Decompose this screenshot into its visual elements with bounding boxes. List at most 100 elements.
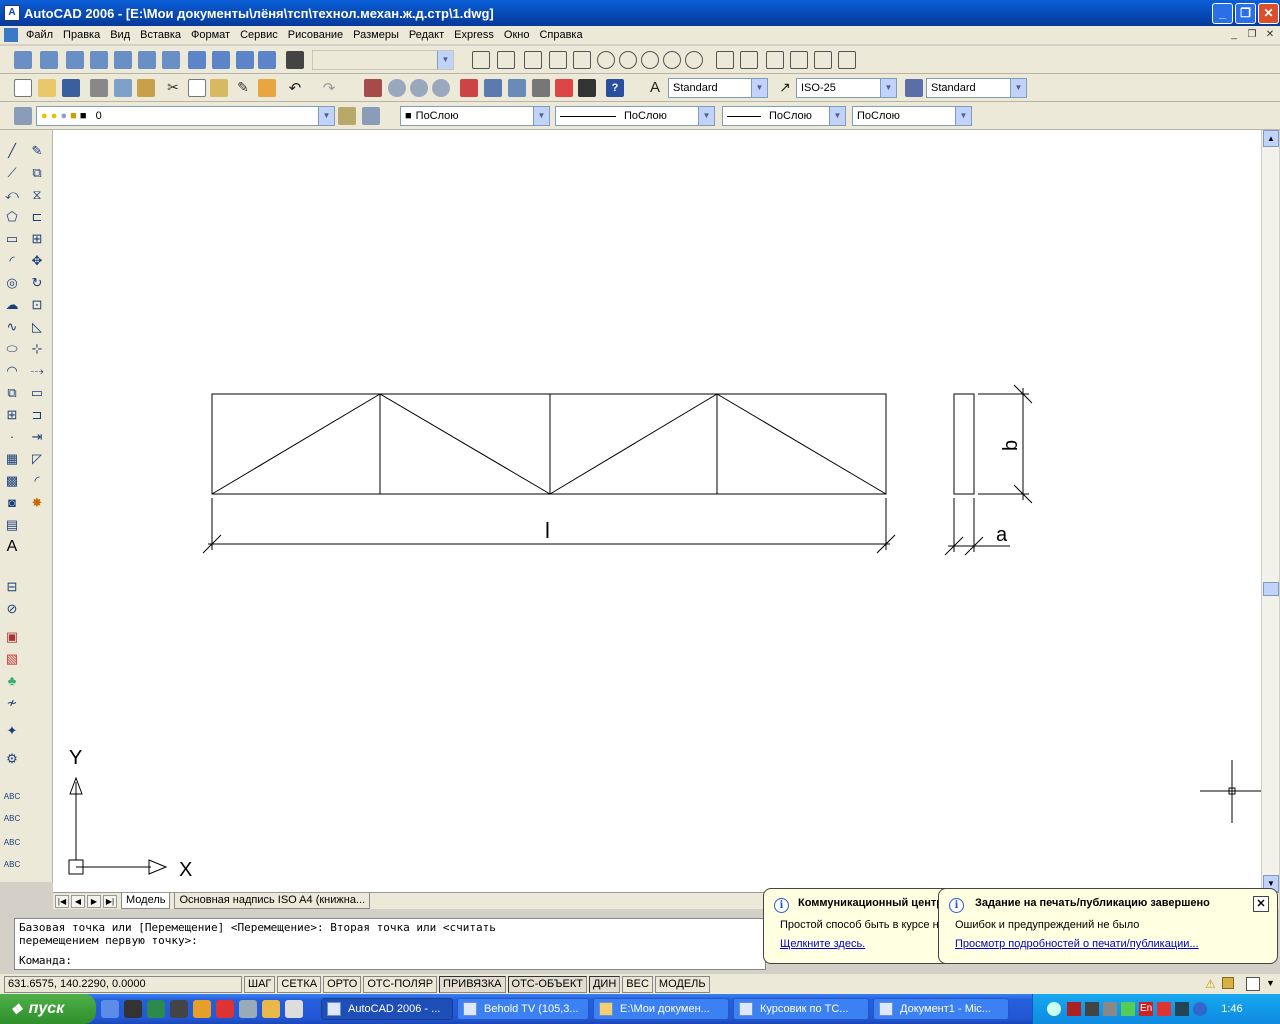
tray-signal-icon[interactable] — [1121, 1002, 1135, 1016]
scroll-up-button[interactable]: ▲ — [1263, 130, 1279, 147]
redo-icon[interactable]: ↷ — [320, 79, 338, 97]
render-icon[interactable]: ▣ — [3, 628, 21, 646]
dist-icon[interactable]: ⊟ — [3, 578, 21, 596]
edgesurf-icon[interactable] — [838, 51, 856, 69]
otrack-toggle[interactable]: ОТС-ОБЪЕКТ — [507, 975, 587, 993]
tray-expand-icon[interactable] — [1047, 1002, 1061, 1016]
rotate-icon[interactable]: ↻ — [28, 274, 46, 292]
move-icon[interactable]: ✥ — [28, 252, 46, 270]
menu-view[interactable]: Вид — [105, 26, 135, 44]
area-icon[interactable]: ⊘ — [3, 600, 21, 618]
scene-icon[interactable]: ⚙ — [3, 750, 21, 768]
dish-icon[interactable] — [663, 51, 681, 69]
undo-icon[interactable]: ↶ — [286, 79, 304, 97]
dyn-toggle[interactable]: ДИН — [588, 975, 621, 993]
join-icon[interactable]: ⇥ — [28, 428, 46, 446]
copy-icon[interactable] — [188, 79, 206, 97]
sun-icon[interactable]: ● — [51, 110, 58, 122]
pyramid-icon[interactable] — [573, 51, 591, 69]
menu-modify[interactable]: Редакт — [404, 26, 449, 44]
mtext-icon[interactable]: A — [3, 538, 21, 556]
doc-close-button[interactable]: ✕ — [1262, 28, 1278, 42]
print-icon[interactable] — [90, 79, 108, 97]
iso-se-icon[interactable] — [212, 51, 230, 69]
zoom-realtime-icon[interactable] — [388, 79, 406, 97]
iso-nw-icon[interactable] — [258, 51, 276, 69]
polyline-icon[interactable]: ⤺ — [3, 186, 21, 204]
cut-icon[interactable]: ✂ — [164, 79, 182, 97]
task-explorer[interactable]: E:\Мои докумен... — [593, 998, 729, 1020]
array-icon[interactable]: ⊞ — [28, 230, 46, 248]
tray-icon[interactable] — [1103, 1002, 1117, 1016]
close-button[interactable]: ✕ — [1258, 3, 1279, 24]
shade-2d-icon[interactable] — [472, 51, 490, 69]
lock-toolbars-icon[interactable] — [1222, 977, 1234, 989]
calculator-icon[interactable] — [578, 79, 596, 97]
layer-select[interactable]: ● ● ● ■ ■ 0 ▼ — [36, 106, 335, 126]
color-select[interactable]: ■ ПоСлою ▼ — [400, 106, 550, 126]
start-button[interactable]: ❖ пуск — [0, 994, 96, 1024]
chamfer-icon[interactable]: ◸ — [28, 450, 46, 468]
table-style-select[interactable]: Standard ▼ — [926, 78, 1027, 98]
view-iso-icon[interactable] — [162, 51, 180, 69]
command-prompt[interactable]: Команда: — [19, 954, 761, 967]
view-back-icon[interactable] — [138, 51, 156, 69]
block-editor-icon[interactable] — [258, 79, 276, 97]
view-left-icon[interactable] — [66, 51, 84, 69]
fog-icon[interactable]: ≁ — [3, 694, 21, 712]
doc-restore-button[interactable]: ❐ — [1244, 28, 1260, 42]
lights-icon[interactable]: ✦ — [3, 722, 21, 740]
open-file-icon[interactable] — [38, 79, 56, 97]
wedge-icon[interactable] — [549, 51, 567, 69]
text-style-icon[interactable]: A — [646, 79, 664, 97]
viewport-freeze-icon[interactable]: ● — [60, 110, 67, 122]
warning-icon[interactable]: ⚠ — [1205, 977, 1219, 991]
make-current-layer-icon[interactable] — [338, 107, 356, 125]
quicklaunch-tv-icon[interactable] — [170, 1000, 188, 1018]
break-at-point-icon[interactable]: ▭ — [28, 384, 46, 402]
copy-object-icon[interactable]: ⧉ — [28, 164, 46, 182]
plot-complete-balloon[interactable]: i Задание на печать/публикацию завершено… — [938, 888, 1278, 964]
balloon-close-button[interactable]: ✕ — [1253, 896, 1269, 912]
view-bottom-icon[interactable] — [40, 51, 58, 69]
tray-lang-icon[interactable]: En — [1139, 1002, 1154, 1016]
print-preview-icon[interactable] — [114, 79, 132, 97]
menu-dimension[interactable]: Размеры — [348, 26, 404, 44]
construction-line-icon[interactable]: ⟋ — [3, 164, 21, 182]
scroll-thumb[interactable] — [1263, 582, 1279, 596]
explode-icon[interactable]: ✸ — [28, 494, 46, 512]
menu-format[interactable]: Формат — [186, 26, 235, 44]
layer-manager-icon[interactable] — [14, 107, 32, 125]
scale-icon[interactable]: ⊡ — [28, 296, 46, 314]
revsurf-icon[interactable] — [766, 51, 784, 69]
tabsurf-icon[interactable] — [790, 51, 808, 69]
fillet-icon[interactable]: ◜ — [28, 472, 46, 490]
revcloud-icon[interactable]: ☁ — [3, 296, 21, 314]
menu-tools[interactable]: Сервис — [235, 26, 283, 44]
mirror-icon[interactable]: ⧖ — [28, 186, 46, 204]
tab-prev-button[interactable]: ◀ — [71, 894, 85, 908]
menu-insert[interactable]: Вставка — [135, 26, 186, 44]
quicklaunch-media-icon[interactable] — [124, 1000, 142, 1018]
task-word-coursework[interactable]: Курсовик по ТС... — [733, 998, 869, 1020]
view-top-icon[interactable] — [14, 51, 32, 69]
layer-previous-icon[interactable] — [362, 107, 380, 125]
trim-icon[interactable]: ⊹ — [28, 340, 46, 358]
autocad-app-icon[interactable]: A — [4, 5, 20, 21]
quicklaunch-icon[interactable] — [262, 1000, 280, 1018]
gradient-icon[interactable]: ▩ — [3, 472, 21, 490]
break-icon[interactable]: ⊐ — [28, 406, 46, 424]
lwt-toggle[interactable]: ВЕС — [622, 975, 653, 993]
snap-toggle[interactable]: ШАГ — [244, 975, 276, 993]
text-style-select[interactable]: Standard ▼ — [668, 78, 768, 98]
tool-palettes-icon[interactable] — [508, 79, 526, 97]
stretch-icon[interactable]: ◺ — [28, 318, 46, 336]
mesh-icon[interactable] — [716, 51, 734, 69]
dim-style-select[interactable]: ISO-25 ▼ — [796, 78, 897, 98]
balloon-link[interactable]: Просмотр подробностей о печати/публикаци… — [955, 938, 1199, 950]
make-block-icon[interactable]: ⊞ — [3, 406, 21, 424]
task-autocad[interactable]: AutoCAD 2006 - ... — [321, 998, 453, 1020]
ellipse-icon[interactable]: ⬭ — [3, 340, 21, 358]
menu-help[interactable]: Справка — [534, 26, 587, 44]
zoom-window-icon[interactable] — [410, 79, 428, 97]
